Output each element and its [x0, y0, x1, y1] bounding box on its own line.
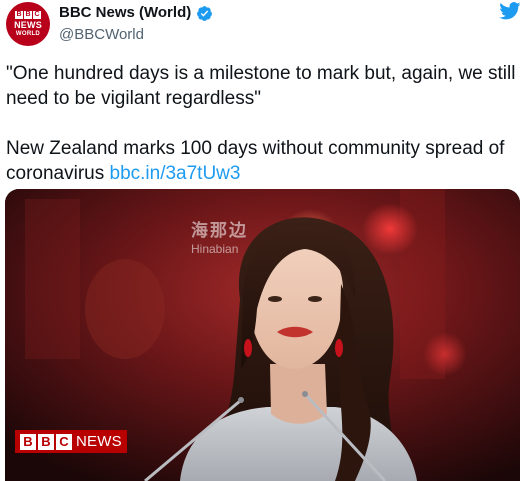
- tweet-body: New Zealand marks 100 days without commu…: [6, 138, 510, 184]
- display-name-row: BBC News (World): [59, 4, 213, 22]
- account-handle[interactable]: @BBCWorld: [59, 26, 213, 44]
- bbc-news-word: NEWS: [76, 432, 122, 450]
- bbc-letter-b1: B: [20, 433, 36, 450]
- avatar[interactable]: B B C NEWS WORLD: [6, 2, 50, 46]
- verified-badge-icon: [197, 5, 213, 21]
- watermark-en: Hinabian: [191, 242, 239, 256]
- avatar-letter-c: C: [33, 11, 41, 19]
- display-name[interactable]: BBC News (World): [59, 4, 191, 22]
- watermark: 海那边 Hinabian: [191, 221, 248, 257]
- tweet-quote: "One hundred days is a milestone to mark…: [6, 63, 521, 109]
- avatar-letter-b1: B: [15, 11, 23, 19]
- avatar-news-text: NEWS: [14, 20, 42, 30]
- bbc-logo-blocks: B B C: [20, 433, 72, 450]
- bbc-letter-b2: B: [38, 433, 54, 450]
- tweet-text: "One hundred days is a milestone to mark…: [6, 61, 518, 186]
- tweet-link[interactable]: bbc.in/3a7tUw3: [110, 163, 241, 184]
- bbc-letter-c: C: [56, 433, 72, 450]
- tweet-media-photo[interactable]: 海那边 Hinabian B B C NEWS: [5, 189, 520, 481]
- avatar-letter-b2: B: [24, 11, 32, 19]
- watermark-cn: 海那边: [191, 221, 248, 241]
- avatar-bbc-blocks: B B C: [15, 11, 41, 19]
- account-names: BBC News (World) @BBCWorld: [59, 4, 213, 44]
- bbc-news-logo: B B C NEWS: [15, 430, 127, 453]
- tweet-card: B B C NEWS WORLD BBC News (World) @BBCWo…: [0, 0, 525, 481]
- avatar-world-text: WORLD: [15, 31, 41, 37]
- twitter-bird-icon[interactable]: [499, 2, 521, 20]
